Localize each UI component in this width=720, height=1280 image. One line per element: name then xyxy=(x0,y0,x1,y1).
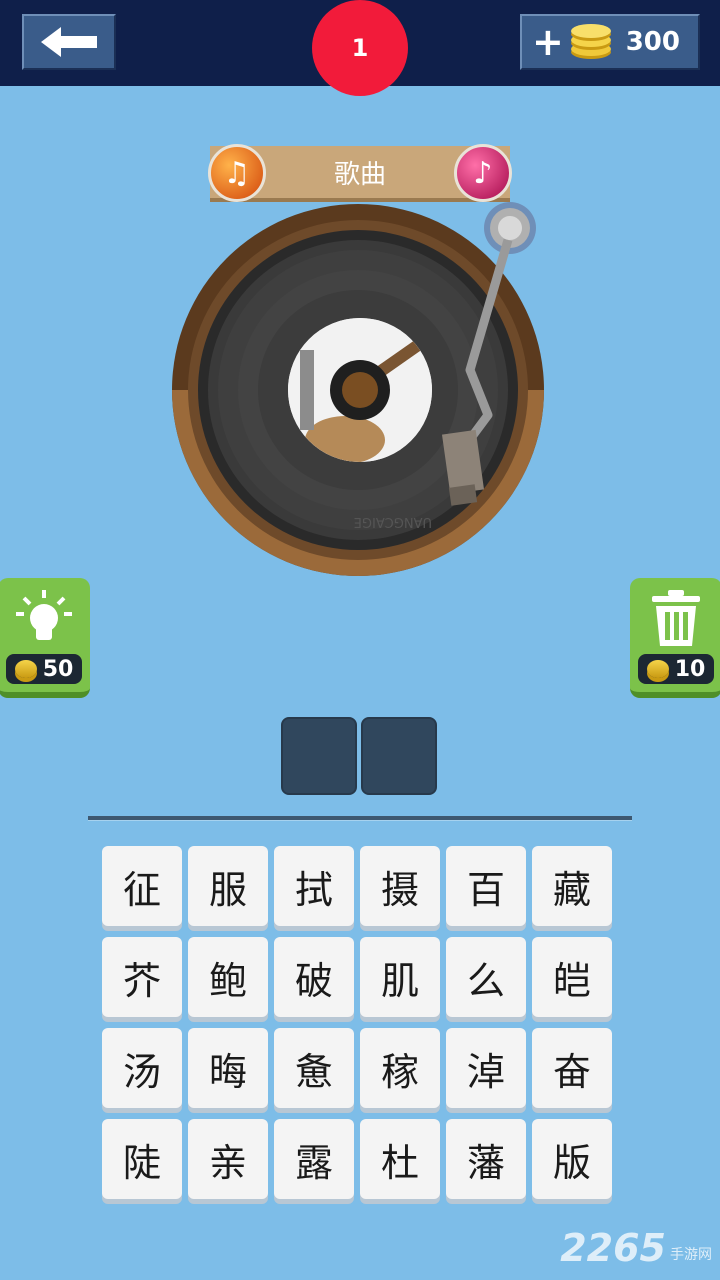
record-label-text: UANGCAIGE xyxy=(354,514,432,529)
letter-tile[interactable]: 百 xyxy=(446,846,526,926)
letter-tile[interactable]: 拭 xyxy=(274,846,354,926)
letter-tile[interactable]: 汤 xyxy=(102,1028,182,1108)
coins-value: 300 xyxy=(625,27,680,57)
watermark: 2265 手游网 xyxy=(560,1226,712,1270)
letter-tile[interactable]: 惫 xyxy=(274,1028,354,1108)
plus-icon[interactable]: + xyxy=(532,23,564,61)
music-note-icon: ♫ xyxy=(208,144,266,202)
letter-tile[interactable]: 摄 xyxy=(360,846,440,926)
letter-tile[interactable]: 服 xyxy=(188,846,268,926)
delete-cost: 10 xyxy=(638,654,714,684)
back-arrow-icon xyxy=(41,27,97,57)
divider xyxy=(88,816,632,821)
vinyl-record-graphic: UANGCAIGE xyxy=(172,202,544,576)
answer-slot[interactable] xyxy=(281,717,357,795)
letter-tile[interactable]: 破 xyxy=(274,937,354,1017)
letter-tile[interactable]: 稼 xyxy=(360,1028,440,1108)
level-number: 1 xyxy=(351,34,369,62)
hint-button[interactable]: 50 xyxy=(0,578,90,698)
letter-tile[interactable]: 奋 xyxy=(532,1028,612,1108)
answer-slot[interactable] xyxy=(361,717,437,795)
music-note-icon: ♪ xyxy=(454,144,512,202)
watermark-number: 2265 xyxy=(560,1226,666,1270)
coin-stack-icon xyxy=(571,24,611,59)
letter-tile[interactable]: 征 xyxy=(102,846,182,926)
watermark-text: 手游网 xyxy=(670,1247,712,1263)
letter-tile[interactable]: 陡 xyxy=(102,1119,182,1199)
letter-tile[interactable]: 淖 xyxy=(446,1028,526,1108)
hint-cost: 50 xyxy=(6,654,82,684)
letter-tile[interactable]: 鲍 xyxy=(188,937,268,1017)
coin-icon xyxy=(646,660,669,678)
hint-cost-value: 50 xyxy=(42,656,74,682)
letter-tile[interactable]: 藏 xyxy=(532,846,612,926)
trash-icon xyxy=(652,590,700,646)
delete-button[interactable]: 10 xyxy=(630,578,720,698)
coin-icon xyxy=(14,660,37,678)
top-bar: 1 + 300 xyxy=(0,0,720,96)
category-banner: ♫ 歌曲 ♪ xyxy=(208,144,512,202)
delete-cost-value: 10 xyxy=(674,656,706,682)
letter-tile[interactable]: 芥 xyxy=(102,937,182,1017)
letter-tile[interactable]: 亲 xyxy=(188,1119,268,1199)
category-label: 歌曲 xyxy=(333,159,386,190)
back-button[interactable] xyxy=(22,14,116,70)
record-player[interactable]: UANGCAIGE xyxy=(170,200,550,580)
letter-grid: 征 服 拭 摄 百 藏 芥 鲍 破 肌 么 皑 汤 晦 惫 稼 淖 奋 陡 亲 … xyxy=(102,846,616,1199)
letter-tile[interactable]: 藩 xyxy=(446,1119,526,1199)
letter-tile[interactable]: 晦 xyxy=(188,1028,268,1108)
letter-tile[interactable]: 杜 xyxy=(360,1119,440,1199)
letter-tile[interactable]: 肌 xyxy=(360,937,440,1017)
coins-display[interactable]: + 300 xyxy=(520,14,700,70)
lightbulb-icon xyxy=(16,590,72,640)
level-badge: 1 xyxy=(312,0,408,96)
letter-tile[interactable]: 么 xyxy=(446,937,526,1017)
letter-tile[interactable]: 版 xyxy=(532,1119,612,1199)
letter-tile[interactable]: 露 xyxy=(274,1119,354,1199)
letter-tile[interactable]: 皑 xyxy=(532,937,612,1017)
